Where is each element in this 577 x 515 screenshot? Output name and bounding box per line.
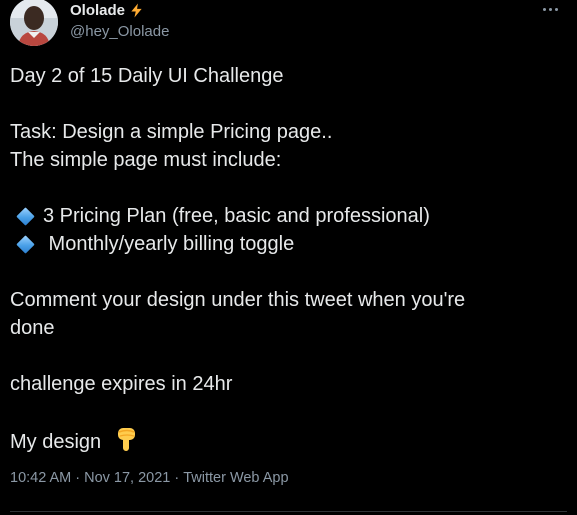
tweet-text-line: The simple page must include:	[10, 149, 282, 171]
divider	[10, 511, 567, 512]
meta-separator: ·	[174, 470, 180, 486]
blue-diamond-icon	[16, 206, 35, 226]
lightning-bolt-icon	[131, 3, 142, 18]
bullet-item: Monthly/yearly billing toggle	[10, 230, 294, 258]
tweet-text-line: challenge expires in 24hr	[10, 373, 233, 395]
my-design-text: My design	[10, 431, 102, 453]
tweet-text-line: My design	[10, 426, 139, 456]
display-name[interactable]: Ololade	[70, 2, 125, 19]
tweet-time[interactable]: 10:42 AM	[10, 470, 71, 486]
name-row: Ololade	[70, 2, 144, 19]
tweet-text-line: Comment your design under this tweet whe…	[10, 289, 466, 311]
tweet-source[interactable]: Twitter Web App	[183, 470, 288, 486]
tweet-meta: 10:42 AM · Nov 17, 2021 · Twitter Web Ap…	[10, 470, 289, 486]
more-options-icon[interactable]	[541, 0, 561, 16]
bullet-text: Monthly/yearly billing toggle	[43, 233, 295, 255]
tweet: Ololade @hey_Ololade Day 2 of 15 Daily U…	[0, 0, 577, 515]
tweet-text-line: done	[10, 317, 55, 339]
tweet-text-line: Day 2 of 15 Daily UI Challenge	[10, 65, 284, 87]
blue-diamond-icon	[16, 234, 35, 254]
avatar-image	[10, 0, 58, 46]
avatar[interactable]	[10, 0, 58, 46]
bullet-text: 3 Pricing Plan (free, basic and professi…	[43, 205, 430, 227]
tweet-date[interactable]: Nov 17, 2021	[84, 470, 170, 486]
tweet-header: Ololade @hey_Ololade	[10, 0, 567, 46]
meta-separator: ·	[75, 470, 81, 486]
user-handle[interactable]: @hey_Ololade	[70, 23, 169, 40]
backhand-index-pointing-down-icon	[117, 428, 135, 451]
bullet-item: 3 Pricing Plan (free, basic and professi…	[10, 202, 430, 230]
tweet-text-line: Task: Design a simple Pricing page..	[10, 121, 333, 143]
